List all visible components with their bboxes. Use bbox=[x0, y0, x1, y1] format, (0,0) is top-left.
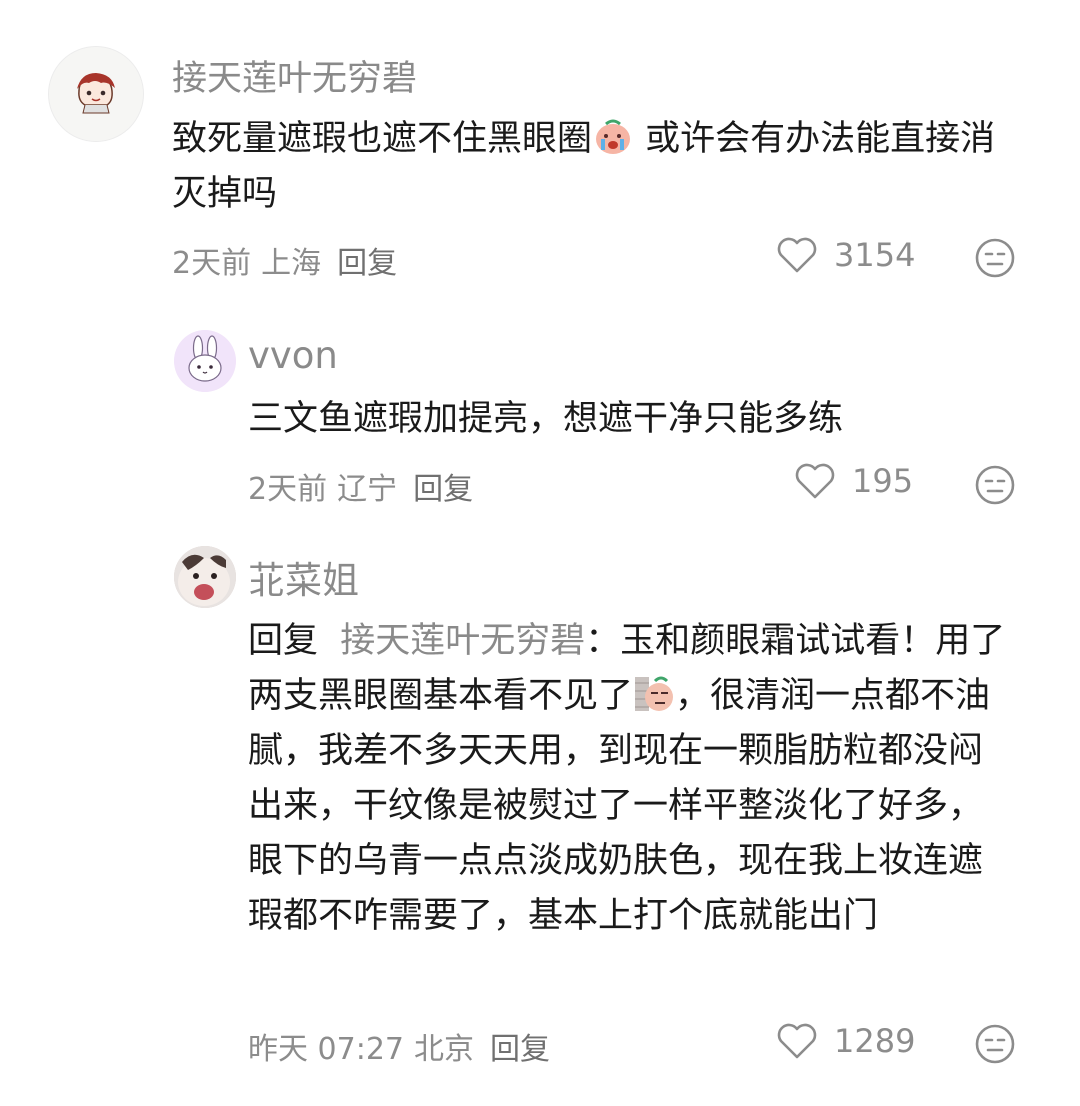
comment-location: 北京 bbox=[414, 1032, 474, 1067]
bunny-avatar-icon bbox=[174, 330, 236, 392]
avatar[interactable] bbox=[174, 546, 236, 608]
like-count: 1289 bbox=[834, 1022, 916, 1060]
comment-time: 2天前 bbox=[248, 472, 328, 507]
comment-location: 上海 bbox=[261, 246, 322, 281]
comment-text: 回复 接天莲叶无穷碧：玉和颜眼霜试试看！用了两支黑眼圈基本看不见了 ，很清润一点都… bbox=[248, 614, 1008, 944]
reply-button[interactable]: 回复 bbox=[413, 472, 473, 507]
reply-button[interactable]: 回复 bbox=[490, 1032, 550, 1067]
like-count: 195 bbox=[852, 462, 914, 500]
like-button[interactable]: 195 bbox=[794, 462, 913, 500]
like-button[interactable]: 1289 bbox=[776, 1022, 915, 1060]
comment-time: 2天前 bbox=[172, 246, 252, 281]
crying-emoji-icon bbox=[592, 116, 634, 156]
meh-face-icon bbox=[975, 1024, 1015, 1064]
comment-author[interactable]: 接天莲叶无穷碧 bbox=[172, 50, 417, 101]
comment-meta: 昨天 07:27 北京 回复 bbox=[248, 1024, 560, 1068]
avatar[interactable] bbox=[174, 330, 236, 392]
meh-face-icon bbox=[975, 465, 1015, 505]
heart-outline-icon bbox=[776, 1022, 818, 1060]
heart-outline-icon bbox=[794, 462, 836, 500]
comment-text: 致死量遮瑕也遮不住黑眼圈 或许会有办法能直接消灭掉吗 bbox=[172, 112, 1002, 222]
like-count: 3154 bbox=[834, 236, 916, 274]
avatar[interactable] bbox=[48, 46, 144, 142]
comment-author[interactable]: vvon bbox=[248, 334, 338, 377]
reply-prefix: 回复 bbox=[248, 621, 319, 661]
dislike-button[interactable] bbox=[974, 1023, 1016, 1065]
comment-time: 昨天 07:27 bbox=[248, 1032, 404, 1067]
like-button[interactable]: 3154 bbox=[776, 236, 915, 274]
comment-location: 辽宁 bbox=[337, 472, 398, 507]
reply-button[interactable]: 回复 bbox=[337, 246, 397, 281]
dislike-button[interactable] bbox=[974, 464, 1016, 506]
photo-avatar-icon bbox=[174, 546, 236, 608]
comment-text-part: 致死量遮瑕也遮不住黑眼圈 bbox=[172, 119, 593, 159]
comment-text: 三文鱼遮瑕加提亮，想遮干净只能多练 bbox=[248, 399, 844, 439]
meh-face-icon bbox=[975, 238, 1015, 278]
heart-outline-icon bbox=[776, 236, 818, 274]
comment-author[interactable]: 苝菜姐 bbox=[248, 550, 359, 604]
cartoon-avatar-icon bbox=[49, 47, 143, 141]
dislike-button[interactable] bbox=[974, 237, 1016, 279]
reply-target-user[interactable]: 接天莲叶无穷碧 bbox=[340, 621, 585, 661]
peeking-emoji-icon bbox=[633, 673, 675, 713]
comment-meta: 2天前 上海 回复 bbox=[172, 238, 407, 282]
comment-meta: 2天前 辽宁 回复 bbox=[248, 464, 483, 508]
